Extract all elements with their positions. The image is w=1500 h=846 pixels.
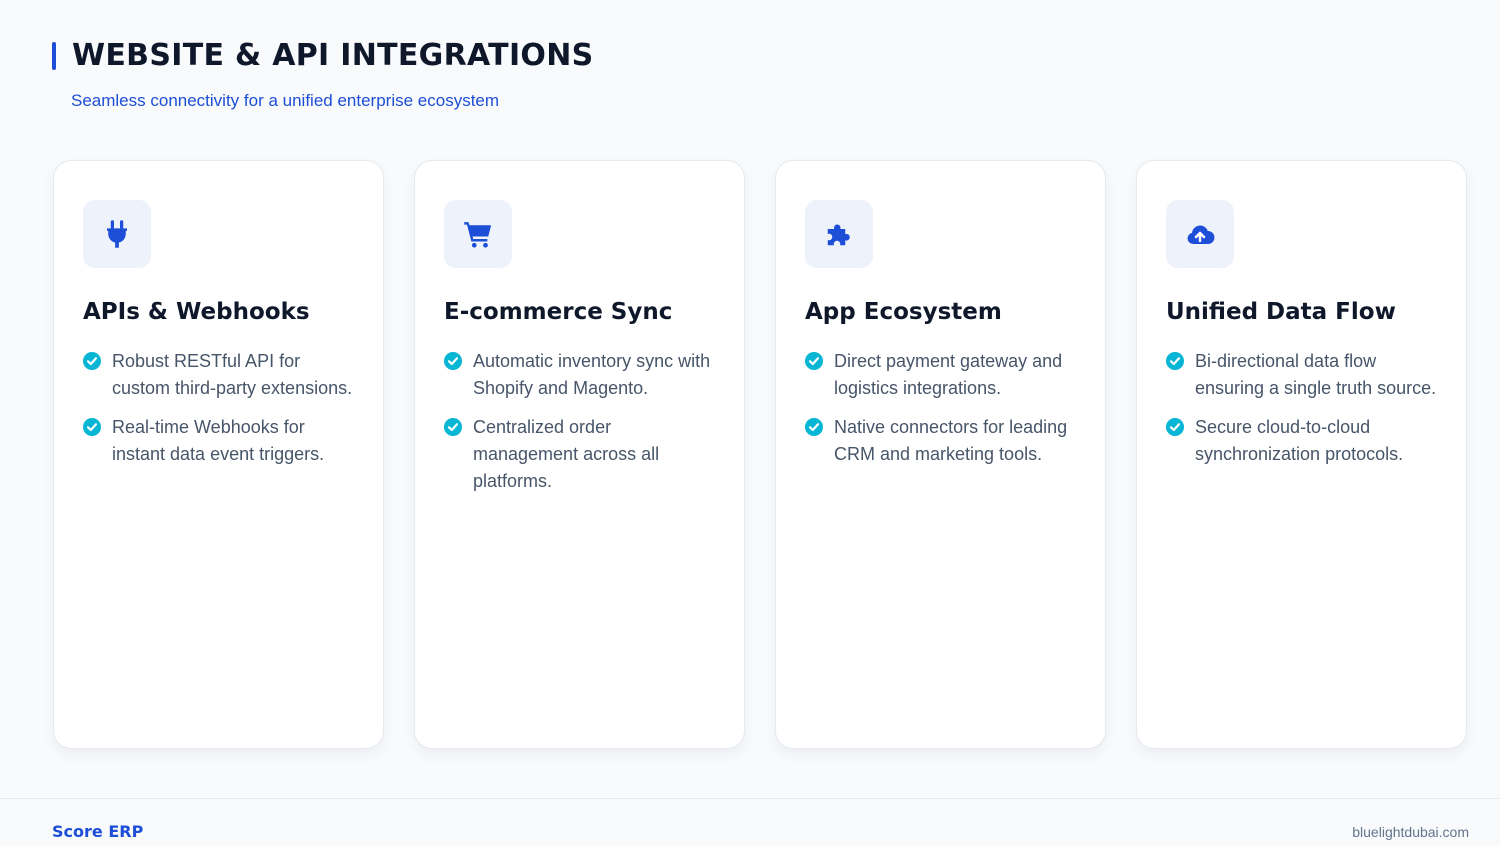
puzzle-piece-icon [805,200,873,268]
shopping-cart-icon [444,200,512,268]
page-subtitle: Seamless connectivity for a unified ente… [71,91,500,110]
feature-text: Robust RESTful API for custom third-part… [112,351,353,398]
feature-text: Secure cloud-to-cloud synchronization pr… [1195,417,1404,464]
page-title: WEBSITE & API INTEGRATIONS [72,38,594,73]
check-circle-icon [444,352,462,370]
card-title: E-commerce Sync [444,299,673,325]
slide-footer: Score ERP bluelightdubai.com [0,798,1500,846]
check-circle-icon [805,418,823,436]
feature-text: Automatic inventory sync with Shopify an… [473,351,711,398]
feature-item: Bi-directional data flow ensuring a sing… [1166,348,1438,402]
slide: WEBSITE & API INTEGRATIONS Seamless conn… [0,0,1500,846]
card-apis-webhooks: APIs & Webhooks Robust RESTful API for c… [53,160,384,749]
card-title: Unified Data Flow [1166,299,1396,325]
feature-text: Direct payment gateway and logistics int… [834,351,1063,398]
feature-item: Centralized order management across all … [444,414,716,495]
check-circle-icon [1166,418,1184,436]
feature-item: Native connectors for leading CRM and ma… [805,414,1077,468]
card-title: APIs & Webhooks [83,299,310,325]
feature-item: Secure cloud-to-cloud synchronization pr… [1166,414,1438,468]
card-ecommerce-sync: E-commerce Sync Automatic inventory sync… [414,160,745,749]
feature-list: Automatic inventory sync with Shopify an… [444,348,716,495]
title-row: WEBSITE & API INTEGRATIONS [52,38,594,73]
feature-text: Real-time Webhooks for instant data even… [112,417,325,464]
slide-header: WEBSITE & API INTEGRATIONS Seamless conn… [52,38,594,111]
card-unified-data-flow: Unified Data Flow Bi-directional data fl… [1136,160,1467,749]
feature-text: Bi-directional data flow ensuring a sing… [1195,351,1437,398]
feature-list: Direct payment gateway and logistics int… [805,348,1077,468]
feature-item: Robust RESTful API for custom third-part… [83,348,355,402]
check-circle-icon [83,418,101,436]
integration-cards: APIs & Webhooks Robust RESTful API for c… [53,160,1467,749]
feature-item: Real-time Webhooks for instant data even… [83,414,355,468]
check-circle-icon [805,352,823,370]
check-circle-icon [1166,352,1184,370]
feature-list: Bi-directional data flow ensuring a sing… [1166,348,1438,468]
feature-text: Centralized order management across all … [473,417,660,491]
check-circle-icon [83,352,101,370]
feature-item: Direct payment gateway and logistics int… [805,348,1077,402]
feature-item: Automatic inventory sync with Shopify an… [444,348,716,402]
cloud-upload-icon [1166,200,1234,268]
title-accent-bar [52,41,56,70]
check-circle-icon [444,418,462,436]
feature-list: Robust RESTful API for custom third-part… [83,348,355,468]
footer-website: bluelightdubai.com [1352,824,1469,840]
card-app-ecosystem: App Ecosystem Direct payment gateway and… [775,160,1106,749]
feature-text: Native connectors for leading CRM and ma… [834,417,1068,464]
footer-brand: Score ERP [52,822,144,841]
plug-icon [83,200,151,268]
card-title: App Ecosystem [805,299,1002,325]
